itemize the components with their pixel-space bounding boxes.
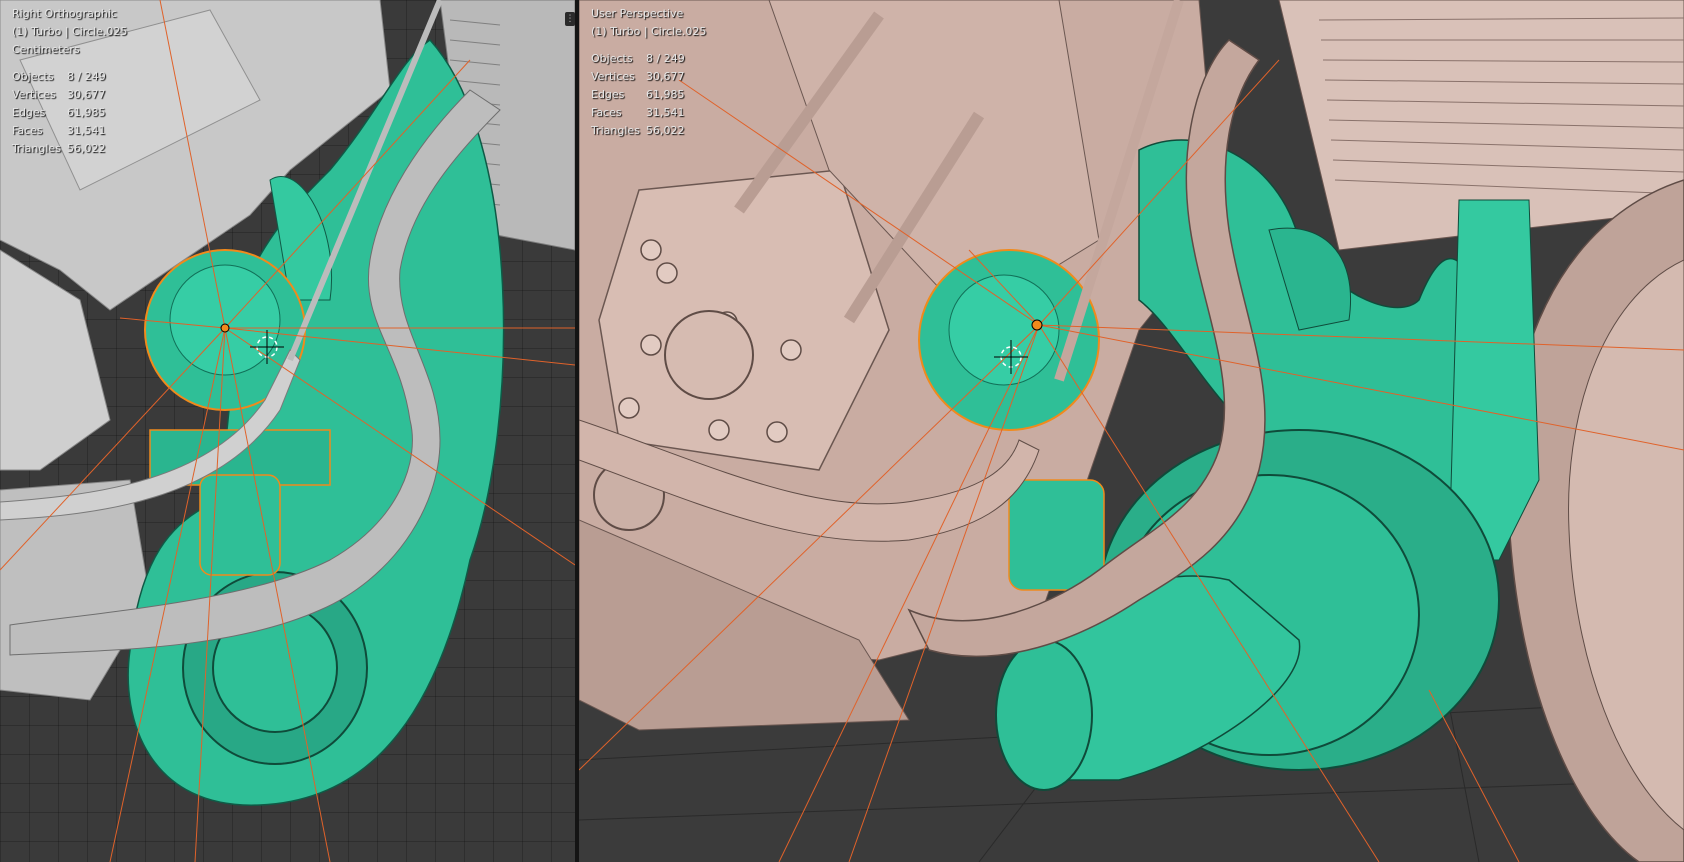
viewport-user-perspective[interactable]: User Perspective (1) Turbo | Circle.025 … xyxy=(579,0,1684,862)
view-name: Right Orthographic xyxy=(12,7,117,20)
turbo-wastegate-mesh[interactable] xyxy=(1008,479,1105,591)
stat-edges: Edges 61,985 xyxy=(12,106,106,119)
object-info: (1) Turbo | Circle.025 xyxy=(12,25,128,38)
object-info: (1) Turbo | Circle.025 xyxy=(591,25,707,38)
stat-objects: Objects 8 / 249 xyxy=(591,52,685,65)
intake-opening-mesh[interactable] xyxy=(995,639,1093,791)
stat-triangles: Triangles 56,022 xyxy=(591,124,685,137)
turbo-cap-mesh[interactable] xyxy=(169,264,281,376)
stat-vertices: Vertices 30,677 xyxy=(12,88,106,101)
stat-faces: Faces 31,541 xyxy=(591,106,685,119)
viewport-right-orthographic[interactable]: Right Orthographic (1) Turbo | Circle.02… xyxy=(0,0,575,862)
units-label: Centimeters xyxy=(12,43,80,56)
view-name: User Perspective xyxy=(591,7,684,20)
stat-edges: Edges 61,985 xyxy=(591,88,685,101)
area-split-icon[interactable]: ⋮ xyxy=(565,12,575,26)
stat-faces: Faces 31,541 xyxy=(12,124,106,137)
object-origin-dot xyxy=(220,323,230,333)
stat-objects: Objects 8 / 249 xyxy=(12,70,106,83)
stat-vertices: Vertices 30,677 xyxy=(591,70,685,83)
viewport-scene-right[interactable] xyxy=(579,0,1684,862)
stat-triangles: Triangles 56,022 xyxy=(12,142,106,155)
engine-cover-plug-mesh[interactable] xyxy=(664,310,754,400)
viewport-info-overlay-right: User Perspective (1) Turbo | Circle.025 … xyxy=(591,5,706,140)
viewport-info-overlay-left: Right Orthographic (1) Turbo | Circle.02… xyxy=(12,5,127,158)
blender-app: Right Orthographic (1) Turbo | Circle.02… xyxy=(0,0,1684,862)
object-origin-dot xyxy=(1031,319,1043,331)
